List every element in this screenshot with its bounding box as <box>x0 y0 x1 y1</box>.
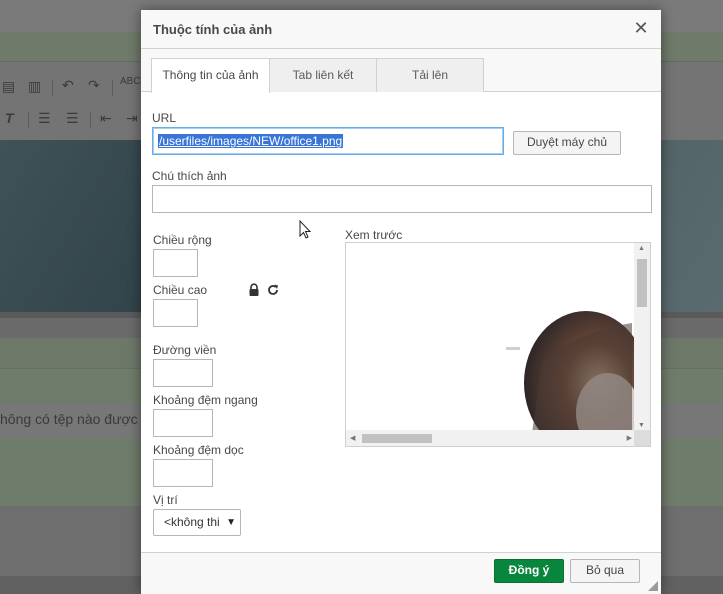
paste-icon: ▤ <box>2 78 16 94</box>
undo-icon: ↶ <box>62 77 74 93</box>
scrollbar-corner <box>634 430 650 446</box>
preview-horizontal-scrollbar[interactable]: ◀ ▶ <box>346 430 636 446</box>
height-label: Chiều cao <box>153 283 208 297</box>
height-input[interactable] <box>153 299 198 327</box>
reset-size-icon[interactable] <box>266 283 282 299</box>
vspace-label: Khoảng đệm dọc <box>153 443 244 457</box>
toolbar-separator <box>112 80 113 96</box>
preview-vertical-scrollbar[interactable]: ▲ ▼ <box>634 243 650 431</box>
width-input[interactable] <box>153 249 198 277</box>
horizontal-scroll-thumb[interactable] <box>362 434 432 443</box>
dialog-title: Thuộc tính của ảnh <box>153 22 273 37</box>
tab-link[interactable]: Tab liên kết <box>269 58 377 92</box>
resize-handle-icon[interactable] <box>648 581 658 591</box>
dialog-footer: Đồng ý Bỏ qua <box>141 552 661 594</box>
indent-icon: ⇥ <box>126 110 138 126</box>
browse-server-button[interactable]: Duyệt máy chủ <box>513 131 621 155</box>
toolbar-separator <box>52 80 53 96</box>
vspace-input[interactable] <box>153 459 213 487</box>
outdent-icon: ⇤ <box>100 110 112 126</box>
hspace-input[interactable] <box>153 409 213 437</box>
border-label: Đường viền <box>153 343 217 357</box>
align-label: Vị trí <box>153 493 178 507</box>
scroll-right-icon[interactable]: ▶ <box>627 434 632 442</box>
preview-image <box>506 311 636 431</box>
file-status-text: hông có tệp nào được <box>0 411 138 427</box>
toolbar-separator <box>90 112 91 128</box>
image-properties-dialog: Thuộc tính của ảnh ✕ Thông tin của ảnh T… <box>141 10 661 594</box>
dialog-titlebar[interactable]: Thuộc tính của ảnh ✕ <box>141 10 661 49</box>
scroll-up-icon[interactable]: ▲ <box>638 245 645 252</box>
caption-label: Chú thích ảnh <box>152 169 227 183</box>
width-label: Chiều rộng <box>153 233 212 247</box>
bulleted-list-icon: ☰ <box>66 110 79 126</box>
ok-button[interactable]: Đồng ý <box>494 559 564 583</box>
numbered-list-icon: ☰ <box>38 110 51 126</box>
scroll-left-icon[interactable]: ◀ <box>350 434 355 442</box>
close-icon[interactable]: ✕ <box>633 19 649 37</box>
vertical-scroll-thumb[interactable] <box>637 259 647 307</box>
align-select[interactable]: <không thi ▼ <box>153 509 241 536</box>
align-select-value: <không thi <box>164 515 220 529</box>
url-input[interactable]: /userfiles/images/NEW/office1.png <box>152 127 504 155</box>
url-label: URL <box>152 111 177 125</box>
redo-icon: ↷ <box>88 77 100 93</box>
tab-image-info[interactable]: Thông tin của ảnh <box>151 58 270 93</box>
dialog-tabs: Thông tin của ảnh Tab liên kết Tải lên <box>141 49 661 93</box>
url-input-value: /userfiles/images/NEW/office1.png <box>158 134 344 148</box>
border-input[interactable] <box>153 359 213 387</box>
paste-text-icon: ▥ <box>28 78 42 94</box>
hspace-label: Khoảng đệm ngang <box>153 393 258 407</box>
cancel-button[interactable]: Bỏ qua <box>570 559 640 583</box>
toolbar-separator <box>28 112 29 128</box>
mouse-cursor-icon <box>299 220 312 239</box>
preview-label: Xem trước <box>345 228 403 242</box>
preview-pane[interactable]: ▲ ▼ ◀ ▶ <box>345 242 651 447</box>
remove-format-icon: T <box>5 110 14 126</box>
dropdown-arrow-icon: ▼ <box>226 517 236 528</box>
scroll-down-icon[interactable]: ▼ <box>638 422 645 429</box>
tab-upload[interactable]: Tải lên <box>376 58 484 92</box>
lock-ratio-icon[interactable] <box>247 283 263 299</box>
caption-input[interactable] <box>152 185 652 213</box>
